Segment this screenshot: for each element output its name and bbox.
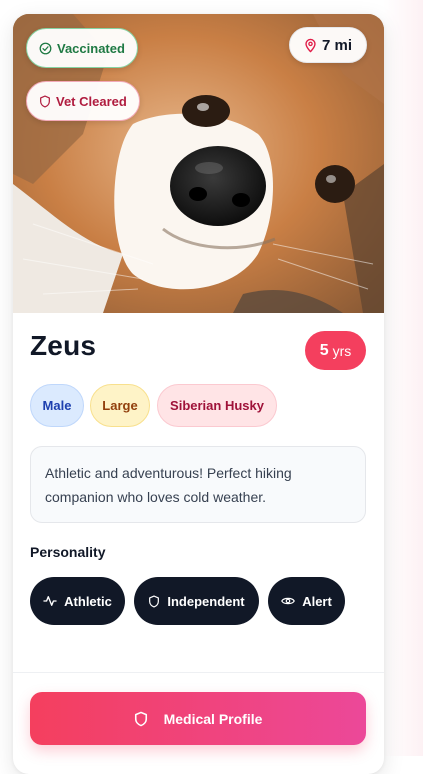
trait-label: Athletic	[64, 593, 112, 609]
pet-name: Zeus	[30, 330, 97, 361]
medical-profile-label: Medical Profile	[163, 710, 263, 727]
vet-cleared-label: Vet Cleared	[56, 93, 127, 109]
vaccinated-label: Vaccinated	[57, 40, 125, 56]
trait-label: Alert	[302, 593, 332, 609]
pet-description: Athletic and adventurous! Perfect hiking…	[30, 446, 366, 523]
age-badge: 5 yrs	[305, 331, 366, 370]
vet-cleared-badge: Vet Cleared	[26, 81, 140, 121]
sex-tag: Male	[30, 384, 84, 427]
age-unit: yrs	[332, 342, 352, 359]
medical-profile-button[interactable]: Medical Profile	[30, 692, 366, 745]
background-glow	[383, 0, 423, 756]
personality-title: Personality	[30, 544, 106, 560]
breed-tag: Siberian Husky	[157, 384, 277, 427]
distance-label: 7 mi	[322, 36, 353, 54]
shield-icon	[149, 594, 160, 608]
shield-icon	[40, 94, 50, 108]
age-value: 5	[319, 341, 329, 359]
activity-icon	[43, 596, 57, 606]
vaccinated-badge: Vaccinated	[26, 28, 138, 68]
shield-icon	[134, 711, 147, 726]
check-circle-icon	[39, 42, 52, 54]
map-pin-icon	[305, 38, 316, 52]
trait-athletic[interactable]: Athletic	[30, 577, 125, 625]
trait-label: Independent	[167, 593, 245, 609]
distance-badge: 7 mi	[289, 27, 368, 63]
eye-icon	[281, 597, 296, 605]
divider	[13, 672, 384, 673]
pet-card: Vaccinated Vet Cleared 7 mi Zeus 5 yrs M…	[13, 14, 384, 774]
trait-independent[interactable]: Independent	[134, 577, 259, 625]
size-tag: Large	[90, 384, 150, 427]
trait-alert[interactable]: Alert	[268, 577, 345, 625]
